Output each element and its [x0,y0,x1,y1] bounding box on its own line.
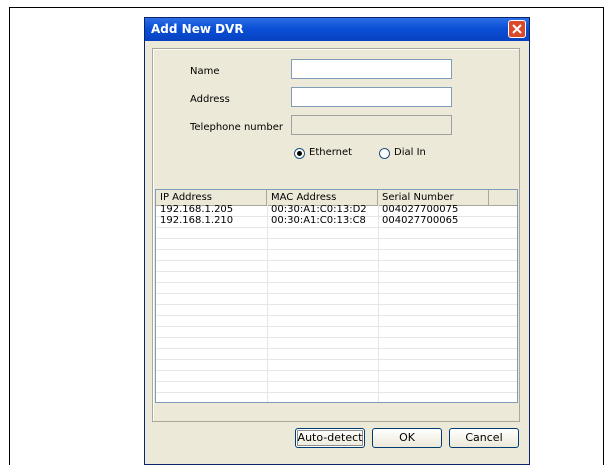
cancel-button[interactable]: Cancel [449,428,519,448]
serial-cell: 004027700075 [382,204,459,215]
table-row[interactable]: 192.168.1.210 00:30:A1:C0:13:C8 00402770… [156,215,517,228]
dialog-title: Add New DVR [151,22,244,36]
address-field[interactable] [291,87,452,107]
empty-row [156,239,517,250]
empty-row [156,349,517,360]
serial-cell: 004027700065 [382,215,459,226]
ok-button[interactable]: OK [372,428,442,448]
mac-cell: 00:30:A1:C0:13:C8 [271,215,366,226]
empty-row [156,283,517,294]
empty-row [156,371,517,382]
column-header-mac[interactable]: MAC Address [267,190,378,205]
column-header-ip[interactable]: IP Address [156,190,267,205]
telephone-label: Telephone number [190,122,283,133]
close-icon [512,24,522,34]
empty-row [156,327,517,338]
name-field[interactable] [291,59,452,79]
empty-row [156,382,517,393]
mac-cell: 00:30:A1:C0:13:D2 [271,204,367,215]
dvr-list-table[interactable]: IP Address MAC Address Serial Number 192… [155,189,518,403]
dialin-radio[interactable] [379,148,390,159]
title-bar[interactable]: Add New DVR [145,18,529,41]
address-label: Address [190,94,230,105]
close-button[interactable] [508,20,526,38]
column-header-serial[interactable]: Serial Number [378,190,489,205]
empty-row [156,228,517,239]
ethernet-label: Ethernet [309,147,353,158]
name-label: Name [190,66,220,77]
ethernet-radio[interactable] [294,148,305,159]
ip-cell: 192.168.1.210 [160,215,234,226]
empty-row [156,360,517,371]
ip-cell: 192.168.1.205 [160,204,234,215]
empty-row [156,294,517,305]
telephone-field[interactable] [291,115,452,135]
empty-row [156,261,517,272]
empty-row [156,305,517,316]
empty-row [156,338,517,349]
auto-detect-button[interactable]: Auto-detect [295,428,365,448]
dialin-label: Dial In [394,147,426,158]
empty-row [156,316,517,327]
empty-row [156,250,517,261]
empty-row [156,272,517,283]
